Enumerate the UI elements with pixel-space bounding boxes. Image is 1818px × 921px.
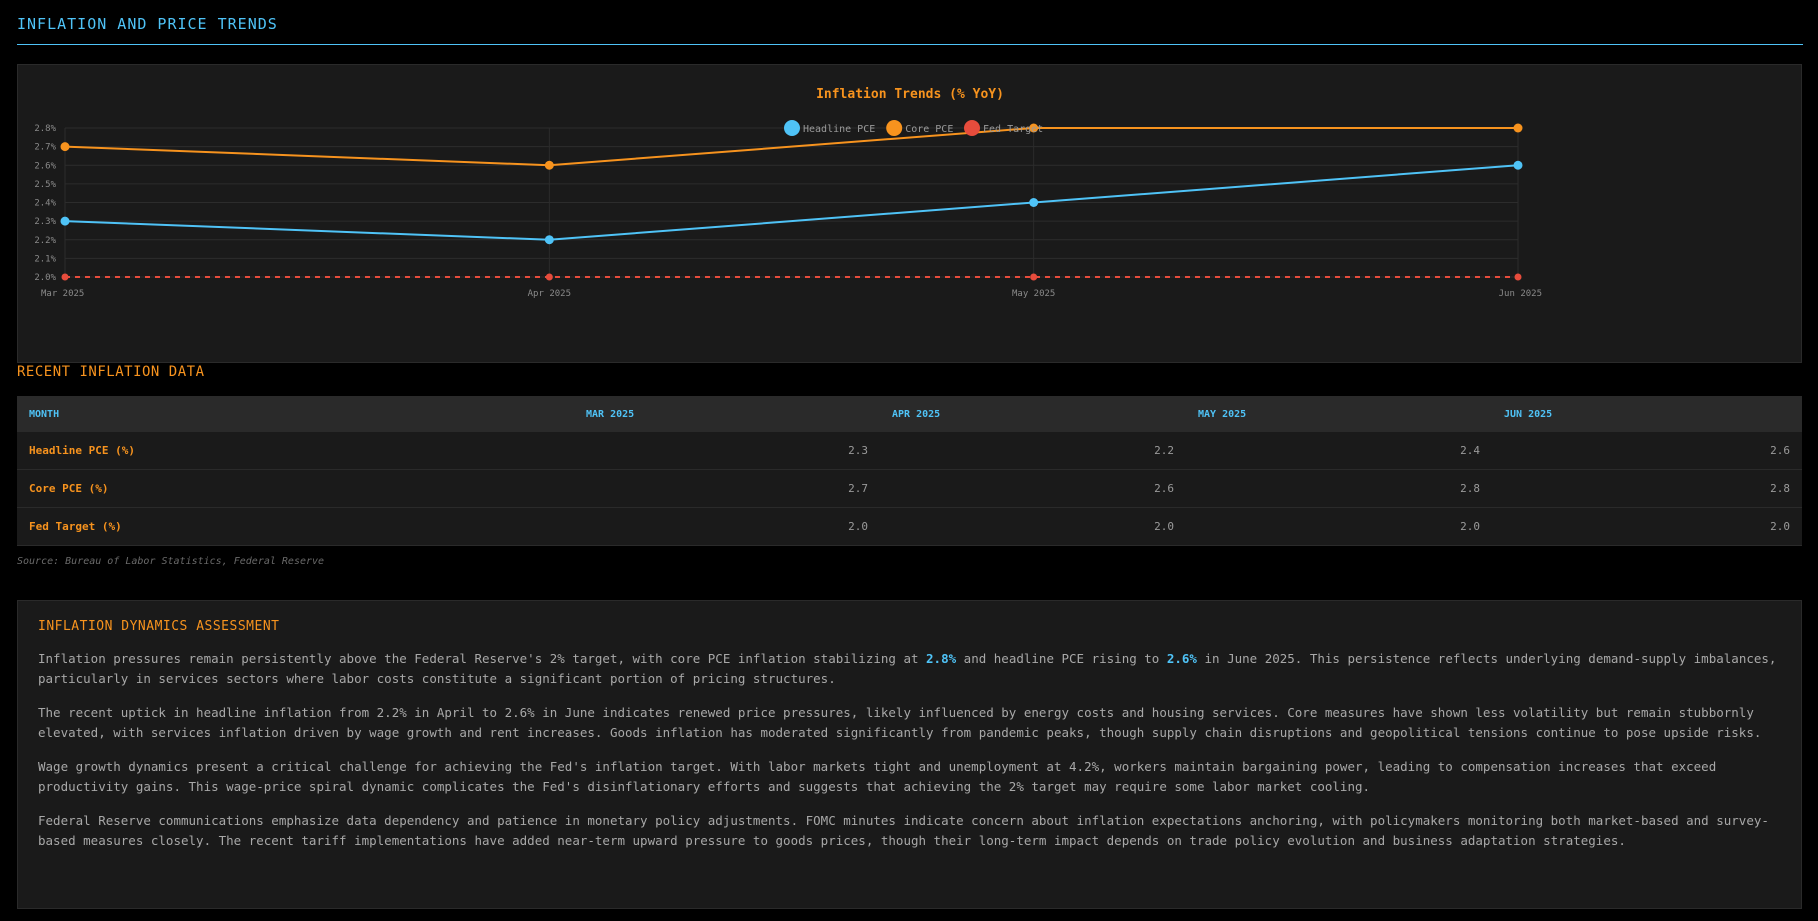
x-tick-label: Apr 2025 bbox=[528, 289, 571, 299]
analysis-paragraph: Federal Reserve communications emphasize… bbox=[38, 813, 1769, 848]
fed-target-point bbox=[545, 273, 553, 281]
highlight-value: 2.6% bbox=[1166, 651, 1197, 666]
analysis-paragraph: Wage growth dynamics present a critical … bbox=[38, 759, 1717, 794]
y-tick-label: 2.1% bbox=[34, 254, 56, 264]
row-label: Fed Target (%) bbox=[17, 507, 574, 546]
table-cell: 2.8 bbox=[1186, 469, 1492, 508]
chart-legend: Headline PCE Core PCE Fed Target bbox=[784, 120, 1043, 136]
fed-target-point bbox=[1030, 273, 1038, 281]
headline-pce-legend-marker bbox=[784, 120, 800, 136]
analysis-paragraph: Inflation pressures remain persistently … bbox=[38, 649, 1781, 689]
fed-target-legend-label: Fed Target bbox=[983, 124, 1043, 135]
headline-pce-point bbox=[544, 235, 554, 245]
column-header: JUN 2025 bbox=[1492, 396, 1802, 432]
y-tick-label: 2.7% bbox=[34, 143, 56, 153]
fed-target-point bbox=[61, 273, 69, 281]
y-tick-label: 2.3% bbox=[34, 217, 56, 227]
table-header-row: MONTH MAR 2025 APR 2025 MAY 2025 JUN 202… bbox=[17, 396, 1802, 432]
x-tick-label: Mar 2025 bbox=[41, 289, 84, 299]
table-cell: 2.4 bbox=[1186, 432, 1492, 470]
y-tick-label: 2.5% bbox=[34, 180, 56, 190]
analysis-text: and headline PCE rising to bbox=[956, 651, 1167, 666]
table-row: Fed Target (%) 2.0 2.0 2.0 2.0 bbox=[17, 507, 1802, 546]
y-tick-label: 2.4% bbox=[34, 199, 56, 209]
table-row: Core PCE (%) 2.7 2.6 2.8 2.8 bbox=[17, 469, 1802, 508]
column-header: MONTH bbox=[17, 396, 574, 432]
table-cell: 2.6 bbox=[880, 469, 1186, 508]
y-tick-label: 2.8% bbox=[34, 124, 56, 134]
row-label: Core PCE (%) bbox=[17, 469, 574, 508]
table-cell: 2.7 bbox=[574, 469, 880, 508]
table-cell: 2.0 bbox=[574, 507, 880, 546]
x-tick-label: Jun 2025 bbox=[1499, 289, 1542, 299]
table-cell: 2.0 bbox=[1492, 507, 1802, 546]
x-tick-label: May 2025 bbox=[1012, 289, 1055, 299]
chart-axes: 2.0% 2.1% 2.2% 2.3% 2.4% 2.5% 2.6% 2.7% 2.8% Mar … bbox=[34, 124, 1542, 299]
y-tick-label: 2.0% bbox=[34, 273, 56, 283]
fed-target-point bbox=[1514, 273, 1522, 281]
core-pce-legend-marker bbox=[886, 120, 903, 136]
core-pce-point bbox=[544, 160, 554, 170]
column-header: MAR 2025 bbox=[574, 396, 880, 432]
analysis-panel: INFLATION DYNAMICS ASSESSMENT Inflation … bbox=[17, 600, 1802, 909]
headline-pce-point bbox=[1029, 198, 1039, 207]
headline-pce-point bbox=[60, 216, 70, 226]
analysis-text: Inflation pressures remain persistently … bbox=[38, 651, 927, 666]
inflation-chart: Inflation Trends (% YoY) 2.0% 2.1% 2.2% 2.3… bbox=[34, 87, 1542, 299]
table-cell: 2.3 bbox=[574, 432, 880, 470]
table-cell: 2.0 bbox=[1186, 507, 1492, 546]
y-tick-label: 2.6% bbox=[34, 161, 56, 171]
core-pce-point bbox=[1513, 123, 1523, 133]
core-pce-legend-label: Core PCE bbox=[905, 124, 953, 135]
table-section-title: RECENT INFLATION DATA bbox=[17, 364, 205, 380]
analysis-paragraph: The recent uptick in headline inflation … bbox=[38, 705, 1762, 740]
page-title: INFLATION AND PRICE TRENDS bbox=[17, 15, 278, 33]
table-cell: 2.2 bbox=[880, 432, 1186, 470]
column-header: APR 2025 bbox=[880, 396, 1186, 432]
table-cell: 2.8 bbox=[1492, 469, 1802, 508]
chart-title: Inflation Trends (% YoY) bbox=[816, 87, 1004, 102]
analysis-title: INFLATION DYNAMICS ASSESSMENT bbox=[38, 619, 280, 634]
table-cell: 2.0 bbox=[880, 507, 1186, 546]
page-header: INFLATION AND PRICE TRENDS bbox=[17, 0, 1803, 45]
y-tick-label: 2.2% bbox=[34, 236, 56, 246]
source-note: Source: Bureau of Labor Statistics, Fede… bbox=[17, 556, 325, 567]
headline-pce-legend-label: Headline PCE bbox=[803, 124, 875, 135]
table-cell: 2.6 bbox=[1492, 432, 1802, 470]
column-header: MAY 2025 bbox=[1186, 396, 1492, 432]
chart-panel: Inflation Trends (% YoY) 2.0% 2.1% 2.2% 2.3… bbox=[17, 64, 1802, 363]
fed-target-legend-marker bbox=[964, 120, 980, 136]
row-label: Headline PCE (%) bbox=[17, 432, 574, 470]
chart-grid bbox=[64, 127, 1519, 278]
headline-pce-point bbox=[1513, 160, 1523, 170]
core-pce-point bbox=[60, 142, 70, 152]
highlight-value: 2.8% bbox=[926, 651, 957, 666]
table-row: Headline PCE (%) 2.3 2.2 2.4 2.6 bbox=[17, 432, 1802, 470]
inflation-data-table: MONTH MAR 2025 APR 2025 MAY 2025 JUN 202… bbox=[17, 396, 1802, 546]
